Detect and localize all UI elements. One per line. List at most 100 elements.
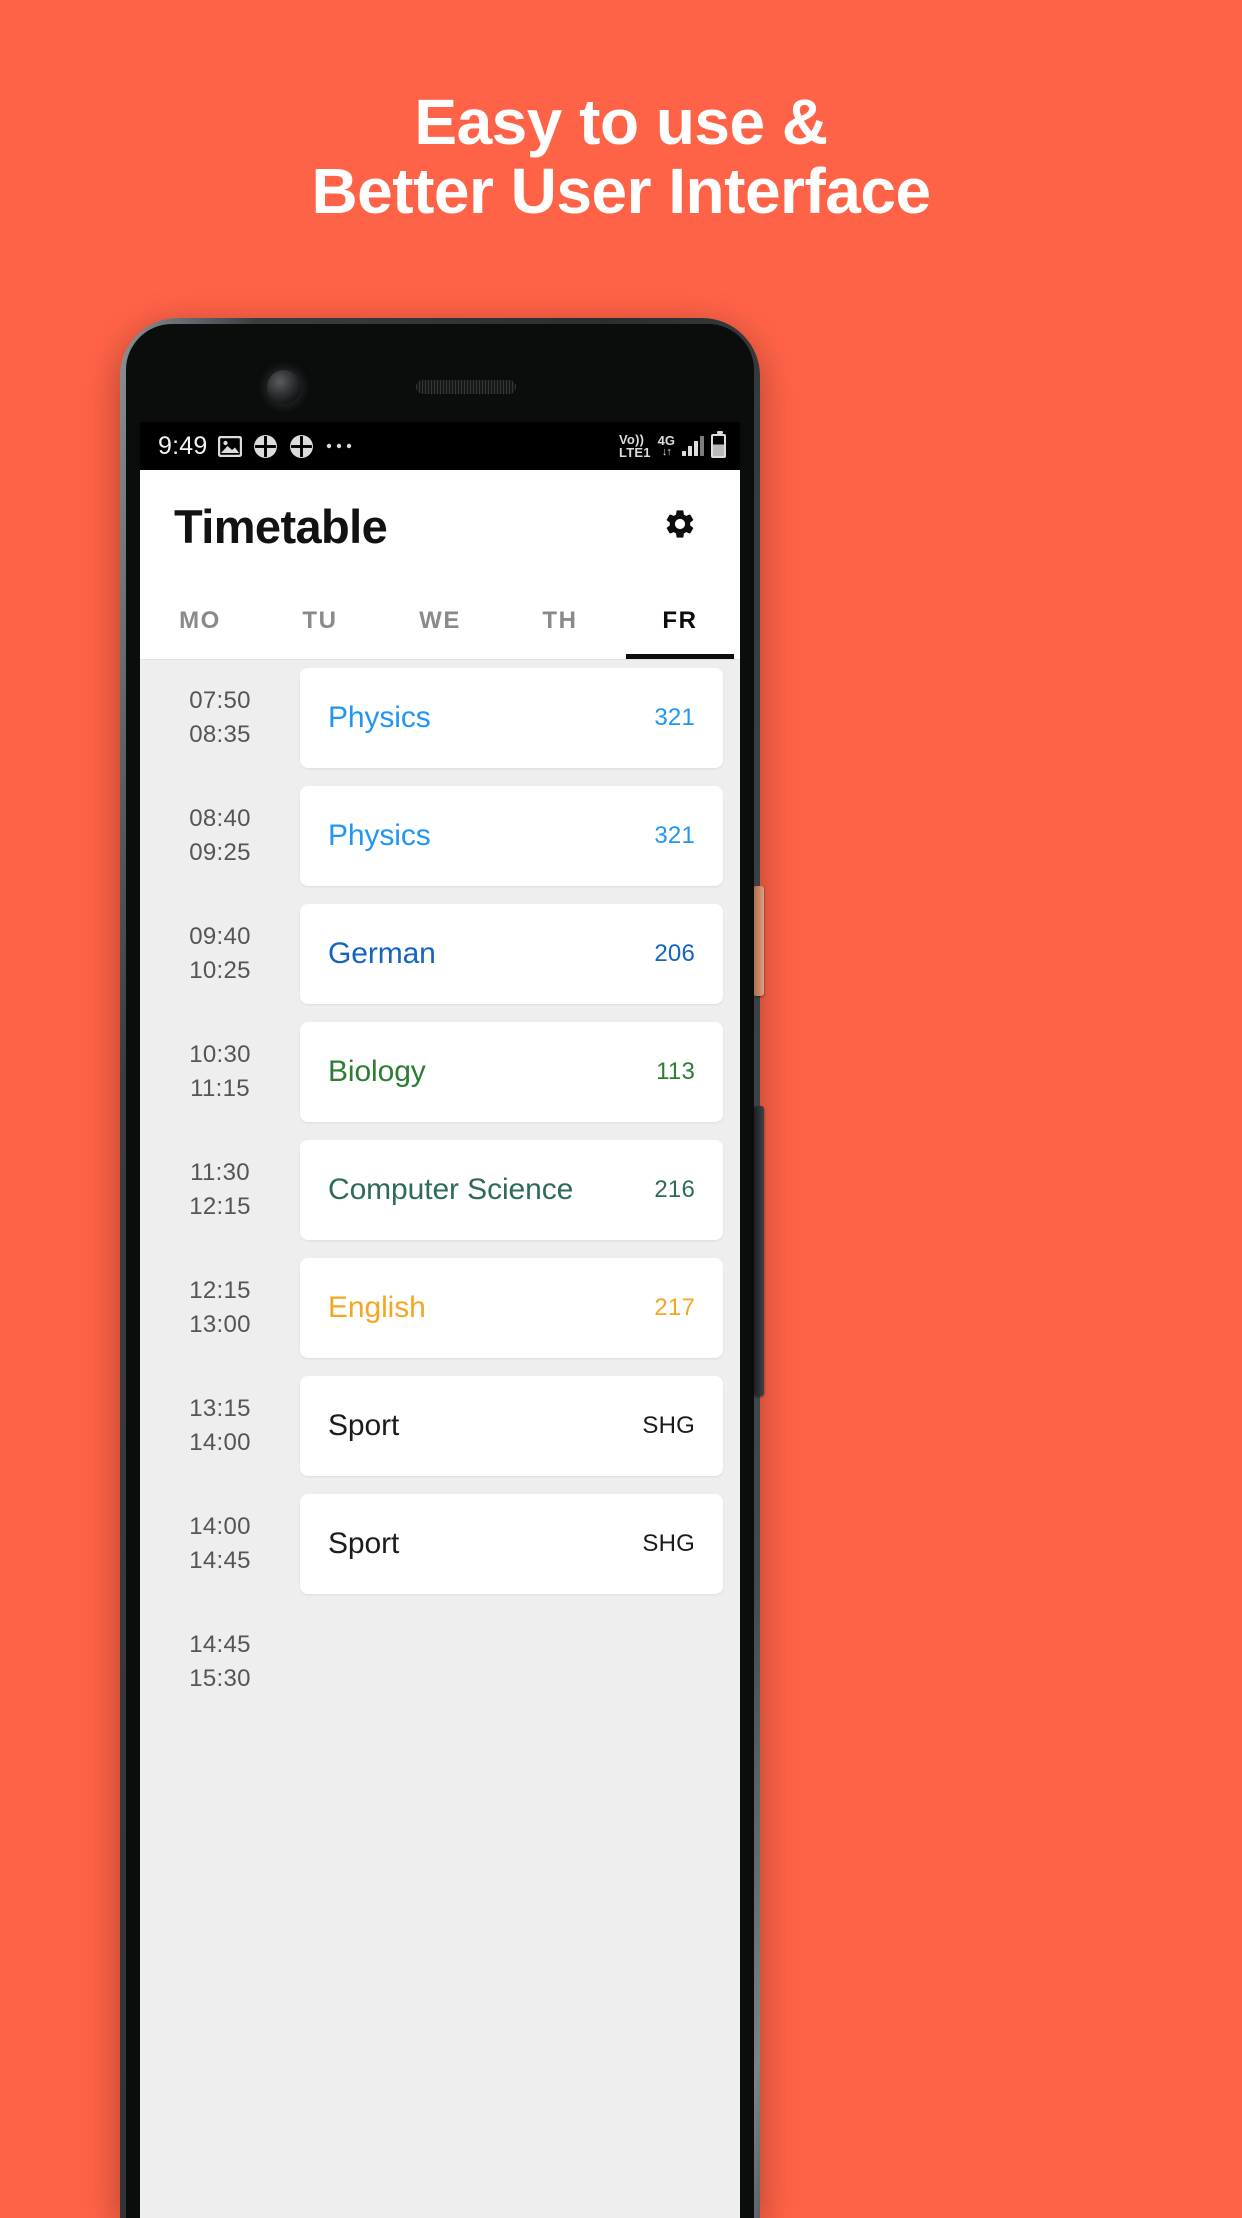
volume-rocker-button[interactable] [754, 1106, 764, 1396]
gear-icon [663, 507, 697, 546]
lesson-subject: English [328, 1291, 426, 1324]
tab-we-label: WE [419, 606, 461, 634]
app-bar: Timetable [140, 470, 740, 582]
app-badge-icon-1 [253, 434, 278, 459]
lesson-card[interactable]: Sport SHG [300, 1376, 723, 1476]
lesson-room: 216 [654, 1176, 695, 1203]
lesson-subject: Computer Science [328, 1173, 574, 1206]
schedule-row: 07:50 08:35 Physics 321 [140, 668, 740, 768]
lesson-card[interactable]: Computer Science 216 [300, 1140, 723, 1240]
slot-time: 12:15 13:00 [140, 1258, 300, 1358]
lesson-subject: German [328, 937, 436, 970]
slot-start-time: 12:15 [189, 1276, 251, 1304]
earpiece-speaker-icon [416, 380, 516, 394]
status-bar-clock: 9:49 [158, 431, 208, 460]
tab-fr-label: FR [662, 606, 698, 634]
lesson-card[interactable]: Physics 321 [300, 668, 723, 768]
lesson-card[interactable]: Sport SHG [300, 1494, 723, 1594]
slot-end-time: 14:00 [189, 1429, 251, 1456]
slot-start-time: 09:40 [189, 922, 251, 950]
phone-bezel: 9:49 Vo)) LTE1 4G ↓↑ Timetable MO TU WE … [126, 324, 754, 2218]
slot-end-time: 15:30 [189, 1665, 251, 1692]
schedule-row: 13:15 14:00 Sport SHG [140, 1376, 740, 1476]
battery-icon [711, 431, 726, 458]
slot-start-time: 11:30 [190, 1158, 250, 1186]
slot-start-time: 08:40 [189, 804, 251, 832]
lesson-card[interactable]: German 206 [300, 904, 723, 1004]
slot-start-time: 14:00 [189, 1512, 251, 1540]
lesson-room: 113 [656, 1058, 695, 1085]
status-bar-right: Vo)) LTE1 4G ↓↑ [619, 431, 726, 460]
slot-end-time: 12:15 [189, 1193, 251, 1220]
schedule-row: 09:40 10:25 German 206 [140, 904, 740, 1004]
headline-line-2: Better User Interface [311, 155, 931, 228]
volte-indicator: Vo)) LTE1 [619, 431, 651, 460]
network-type-indicator: 4G ↓↑ [658, 434, 675, 458]
tab-th-label: TH [542, 606, 578, 634]
lesson-subject: Physics [328, 701, 431, 734]
lesson-room: SHG [642, 1412, 695, 1439]
slot-end-time: 13:00 [189, 1311, 251, 1338]
slot-end-time: 11:15 [190, 1075, 250, 1102]
tab-th[interactable]: TH [500, 582, 620, 659]
lesson-room: 321 [654, 704, 695, 731]
promo-headline: Easy to use & Better User Interface [0, 86, 1242, 228]
page-title: Timetable [174, 499, 388, 553]
headline-line-1: Easy to use & [414, 86, 828, 158]
lesson-room: 321 [654, 822, 695, 849]
lesson-subject: Biology [328, 1055, 426, 1088]
schedule-row: 14:45 15:30 [140, 1612, 740, 1712]
slot-end-time: 10:25 [189, 957, 251, 984]
app-badge-icon-2 [289, 434, 314, 459]
lesson-room: 206 [654, 940, 695, 967]
power-button[interactable] [753, 886, 764, 996]
schedule-row: 14:00 14:45 Sport SHG [140, 1494, 740, 1594]
lesson-subject: Physics [328, 819, 431, 852]
schedule-row: 10:30 11:15 Biology 113 [140, 1022, 740, 1122]
tab-fr[interactable]: FR [620, 582, 740, 659]
lesson-card[interactable]: Physics 321 [300, 786, 723, 886]
slot-time: 09:40 10:25 [140, 904, 300, 1004]
schedule-row: 11:30 12:15 Computer Science 216 [140, 1140, 740, 1240]
slot-start-time: 10:30 [189, 1040, 251, 1068]
front-camera-icon [267, 370, 301, 404]
network-type-label: 4G [657, 432, 675, 448]
phone-screen: 9:49 Vo)) LTE1 4G ↓↑ Timetable MO TU WE … [140, 422, 740, 2218]
tab-we[interactable]: WE [380, 582, 500, 659]
slot-time: 14:45 15:30 [140, 1612, 300, 1712]
tab-tu-label: TU [302, 606, 338, 634]
slot-end-time: 09:25 [189, 839, 251, 866]
lesson-card[interactable]: English 217 [300, 1258, 723, 1358]
schedule-row: 08:40 09:25 Physics 321 [140, 786, 740, 886]
more-notifications-icon [325, 442, 353, 450]
tab-tu[interactable]: TU [260, 582, 380, 659]
settings-button[interactable] [656, 502, 704, 550]
slot-start-time: 07:50 [189, 686, 251, 714]
slot-time: 08:40 09:25 [140, 786, 300, 886]
slot-time: 13:15 14:00 [140, 1376, 300, 1476]
slot-time: 07:50 08:35 [140, 668, 300, 768]
volte-line-1: Vo)) [619, 431, 645, 447]
slot-end-time: 14:45 [189, 1547, 251, 1574]
slot-end-time: 08:35 [189, 721, 251, 748]
status-bar: 9:49 Vo)) LTE1 4G ↓↑ [140, 422, 740, 470]
day-tabs: MO TU WE TH FR [140, 582, 740, 660]
slot-time: 11:30 12:15 [140, 1140, 300, 1240]
image-icon [218, 435, 243, 457]
schedule-row: 12:15 13:00 English 217 [140, 1258, 740, 1358]
signal-bars-icon [682, 436, 704, 456]
slot-start-time: 13:15 [189, 1394, 251, 1422]
lesson-card[interactable]: Biology 113 [300, 1022, 723, 1122]
lesson-subject: Sport [328, 1527, 400, 1560]
volte-line-2: LTE1 [619, 445, 651, 460]
data-transfer-arrows-icon: ↓↑ [661, 446, 672, 459]
empty-lesson-slot [300, 1612, 723, 1712]
tab-mo[interactable]: MO [140, 582, 260, 659]
slot-time: 14:00 14:45 [140, 1494, 300, 1594]
lesson-room: SHG [642, 1530, 695, 1557]
lesson-room: 217 [654, 1294, 695, 1321]
slot-start-time: 14:45 [189, 1630, 251, 1658]
status-bar-left: 9:49 [158, 432, 353, 461]
schedule-list[interactable]: 07:50 08:35 Physics 321 08:40 09:25 Physics 321… [140, 660, 740, 2218]
lesson-subject: Sport [328, 1409, 400, 1442]
